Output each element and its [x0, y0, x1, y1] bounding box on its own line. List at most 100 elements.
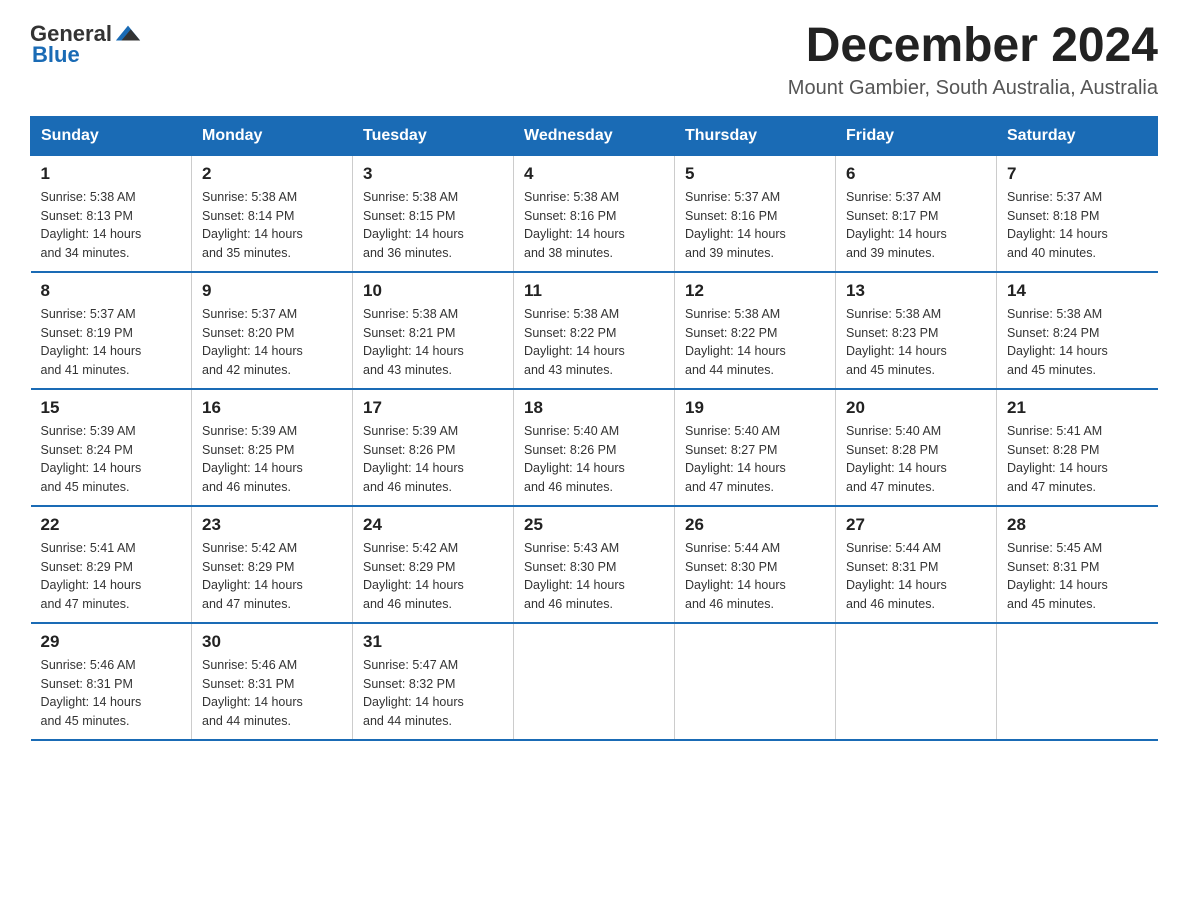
day-number: 16 [202, 398, 342, 418]
day-number: 21 [1007, 398, 1148, 418]
calendar-cell: 18 Sunrise: 5:40 AM Sunset: 8:26 PM Dayl… [514, 389, 675, 506]
calendar-table: SundayMondayTuesdayWednesdayThursdayFrid… [30, 116, 1158, 741]
calendar-cell: 20 Sunrise: 5:40 AM Sunset: 8:28 PM Dayl… [836, 389, 997, 506]
calendar-cell: 24 Sunrise: 5:42 AM Sunset: 8:29 PM Dayl… [353, 506, 514, 623]
day-info: Sunrise: 5:38 AM Sunset: 8:21 PM Dayligh… [363, 305, 503, 380]
day-info: Sunrise: 5:42 AM Sunset: 8:29 PM Dayligh… [202, 539, 342, 614]
week-row-4: 22 Sunrise: 5:41 AM Sunset: 8:29 PM Dayl… [31, 506, 1158, 623]
day-info: Sunrise: 5:43 AM Sunset: 8:30 PM Dayligh… [524, 539, 664, 614]
logo-icon [114, 20, 142, 48]
week-row-3: 15 Sunrise: 5:39 AM Sunset: 8:24 PM Dayl… [31, 389, 1158, 506]
calendar-cell: 28 Sunrise: 5:45 AM Sunset: 8:31 PM Dayl… [997, 506, 1158, 623]
day-number: 27 [846, 515, 986, 535]
day-info: Sunrise: 5:47 AM Sunset: 8:32 PM Dayligh… [363, 656, 503, 731]
calendar-cell: 8 Sunrise: 5:37 AM Sunset: 8:19 PM Dayli… [31, 272, 192, 389]
day-info: Sunrise: 5:38 AM Sunset: 8:13 PM Dayligh… [41, 188, 182, 263]
day-info: Sunrise: 5:38 AM Sunset: 8:22 PM Dayligh… [685, 305, 825, 380]
calendar-cell: 14 Sunrise: 5:38 AM Sunset: 8:24 PM Dayl… [997, 272, 1158, 389]
day-info: Sunrise: 5:37 AM Sunset: 8:19 PM Dayligh… [41, 305, 182, 380]
day-info: Sunrise: 5:39 AM Sunset: 8:25 PM Dayligh… [202, 422, 342, 497]
day-number: 17 [363, 398, 503, 418]
day-info: Sunrise: 5:37 AM Sunset: 8:20 PM Dayligh… [202, 305, 342, 380]
calendar-cell: 30 Sunrise: 5:46 AM Sunset: 8:31 PM Dayl… [192, 623, 353, 740]
calendar-cell: 17 Sunrise: 5:39 AM Sunset: 8:26 PM Dayl… [353, 389, 514, 506]
day-number: 10 [363, 281, 503, 301]
logo-blue: Blue [32, 42, 80, 68]
day-info: Sunrise: 5:40 AM Sunset: 8:28 PM Dayligh… [846, 422, 986, 497]
day-info: Sunrise: 5:38 AM Sunset: 8:14 PM Dayligh… [202, 188, 342, 263]
day-info: Sunrise: 5:42 AM Sunset: 8:29 PM Dayligh… [363, 539, 503, 614]
day-info: Sunrise: 5:46 AM Sunset: 8:31 PM Dayligh… [41, 656, 182, 731]
day-info: Sunrise: 5:37 AM Sunset: 8:16 PM Dayligh… [685, 188, 825, 263]
calendar-cell: 7 Sunrise: 5:37 AM Sunset: 8:18 PM Dayli… [997, 155, 1158, 272]
calendar-cell: 6 Sunrise: 5:37 AM Sunset: 8:17 PM Dayli… [836, 155, 997, 272]
day-number: 20 [846, 398, 986, 418]
day-number: 30 [202, 632, 342, 652]
day-info: Sunrise: 5:38 AM Sunset: 8:22 PM Dayligh… [524, 305, 664, 380]
day-number: 18 [524, 398, 664, 418]
calendar-cell: 15 Sunrise: 5:39 AM Sunset: 8:24 PM Dayl… [31, 389, 192, 506]
day-number: 12 [685, 281, 825, 301]
day-number: 8 [41, 281, 182, 301]
day-number: 3 [363, 164, 503, 184]
calendar-cell: 2 Sunrise: 5:38 AM Sunset: 8:14 PM Dayli… [192, 155, 353, 272]
day-number: 19 [685, 398, 825, 418]
day-number: 14 [1007, 281, 1148, 301]
day-info: Sunrise: 5:40 AM Sunset: 8:26 PM Dayligh… [524, 422, 664, 497]
calendar-cell: 11 Sunrise: 5:38 AM Sunset: 8:22 PM Dayl… [514, 272, 675, 389]
day-info: Sunrise: 5:41 AM Sunset: 8:28 PM Dayligh… [1007, 422, 1148, 497]
day-info: Sunrise: 5:40 AM Sunset: 8:27 PM Dayligh… [685, 422, 825, 497]
calendar-cell: 27 Sunrise: 5:44 AM Sunset: 8:31 PM Dayl… [836, 506, 997, 623]
day-info: Sunrise: 5:45 AM Sunset: 8:31 PM Dayligh… [1007, 539, 1148, 614]
day-number: 23 [202, 515, 342, 535]
location-subtitle: Mount Gambier, South Australia, Australi… [788, 77, 1158, 100]
calendar-cell: 10 Sunrise: 5:38 AM Sunset: 8:21 PM Dayl… [353, 272, 514, 389]
day-number: 13 [846, 281, 986, 301]
day-info: Sunrise: 5:37 AM Sunset: 8:17 PM Dayligh… [846, 188, 986, 263]
day-number: 28 [1007, 515, 1148, 535]
day-info: Sunrise: 5:39 AM Sunset: 8:24 PM Dayligh… [41, 422, 182, 497]
day-number: 22 [41, 515, 182, 535]
title-area: December 2024 Mount Gambier, South Austr… [788, 20, 1158, 100]
weekday-header-wednesday: Wednesday [514, 116, 675, 155]
calendar-cell [514, 623, 675, 740]
calendar-cell: 26 Sunrise: 5:44 AM Sunset: 8:30 PM Dayl… [675, 506, 836, 623]
calendar-cell: 23 Sunrise: 5:42 AM Sunset: 8:29 PM Dayl… [192, 506, 353, 623]
calendar-cell: 31 Sunrise: 5:47 AM Sunset: 8:32 PM Dayl… [353, 623, 514, 740]
day-info: Sunrise: 5:39 AM Sunset: 8:26 PM Dayligh… [363, 422, 503, 497]
day-number: 2 [202, 164, 342, 184]
page-header: General Blue December 2024 Mount Gambier… [30, 20, 1158, 100]
day-number: 4 [524, 164, 664, 184]
calendar-cell [997, 623, 1158, 740]
day-info: Sunrise: 5:44 AM Sunset: 8:31 PM Dayligh… [846, 539, 986, 614]
weekday-header-friday: Friday [836, 116, 997, 155]
calendar-cell: 22 Sunrise: 5:41 AM Sunset: 8:29 PM Dayl… [31, 506, 192, 623]
day-number: 31 [363, 632, 503, 652]
day-number: 25 [524, 515, 664, 535]
weekday-header-tuesday: Tuesday [353, 116, 514, 155]
day-info: Sunrise: 5:41 AM Sunset: 8:29 PM Dayligh… [41, 539, 182, 614]
calendar-cell: 4 Sunrise: 5:38 AM Sunset: 8:16 PM Dayli… [514, 155, 675, 272]
calendar-cell: 21 Sunrise: 5:41 AM Sunset: 8:28 PM Dayl… [997, 389, 1158, 506]
month-title: December 2024 [788, 20, 1158, 73]
day-number: 29 [41, 632, 182, 652]
weekday-header-saturday: Saturday [997, 116, 1158, 155]
week-row-5: 29 Sunrise: 5:46 AM Sunset: 8:31 PM Dayl… [31, 623, 1158, 740]
day-info: Sunrise: 5:37 AM Sunset: 8:18 PM Dayligh… [1007, 188, 1148, 263]
day-number: 6 [846, 164, 986, 184]
calendar-cell [836, 623, 997, 740]
calendar-cell: 29 Sunrise: 5:46 AM Sunset: 8:31 PM Dayl… [31, 623, 192, 740]
weekday-header-thursday: Thursday [675, 116, 836, 155]
calendar-cell: 25 Sunrise: 5:43 AM Sunset: 8:30 PM Dayl… [514, 506, 675, 623]
day-number: 11 [524, 281, 664, 301]
calendar-cell: 13 Sunrise: 5:38 AM Sunset: 8:23 PM Dayl… [836, 272, 997, 389]
calendar-cell: 3 Sunrise: 5:38 AM Sunset: 8:15 PM Dayli… [353, 155, 514, 272]
day-number: 1 [41, 164, 182, 184]
calendar-cell: 1 Sunrise: 5:38 AM Sunset: 8:13 PM Dayli… [31, 155, 192, 272]
calendar-cell: 19 Sunrise: 5:40 AM Sunset: 8:27 PM Dayl… [675, 389, 836, 506]
day-info: Sunrise: 5:38 AM Sunset: 8:23 PM Dayligh… [846, 305, 986, 380]
calendar-cell: 16 Sunrise: 5:39 AM Sunset: 8:25 PM Dayl… [192, 389, 353, 506]
weekday-header-monday: Monday [192, 116, 353, 155]
week-row-2: 8 Sunrise: 5:37 AM Sunset: 8:19 PM Dayli… [31, 272, 1158, 389]
week-row-1: 1 Sunrise: 5:38 AM Sunset: 8:13 PM Dayli… [31, 155, 1158, 272]
